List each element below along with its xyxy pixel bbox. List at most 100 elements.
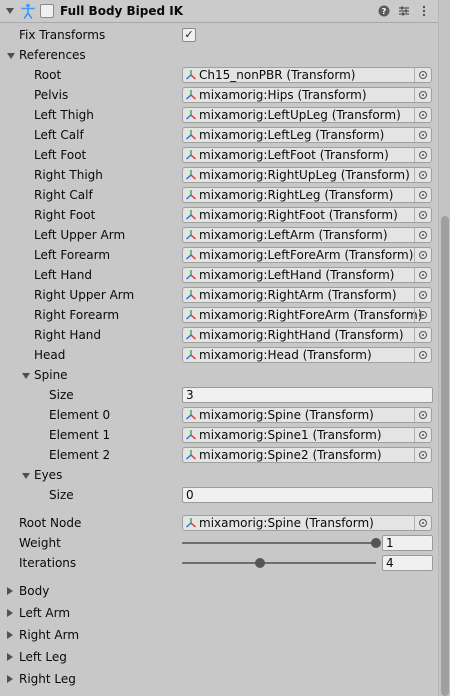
ref-left-upper-arm-value: mixamorig:LeftArm (Transform) <box>199 228 388 242</box>
component-foldout-arrow-icon[interactable] <box>6 8 14 14</box>
transform-axes-icon <box>186 270 196 280</box>
transform-axes-icon <box>186 350 196 360</box>
transform-axes-icon <box>186 330 196 340</box>
left-leg-foldout-label[interactable]: Left Leg <box>19 650 67 664</box>
ref-left-calf-field[interactable]: mixamorig:LeftLeg (Transform) <box>182 127 432 143</box>
ref-right-upper-arm-label: Right Upper Arm <box>34 288 135 302</box>
right-leg-foldout-arrow-icon[interactable] <box>7 675 13 683</box>
ik-figure-icon <box>21 3 35 19</box>
ref-right-thigh-field[interactable]: mixamorig:RightUpLeg (Transform) <box>182 167 432 183</box>
ref-left-forearm-label: Left Forearm <box>34 248 111 262</box>
ref-left-hand-field[interactable]: mixamorig:LeftHand (Transform) <box>182 267 432 283</box>
presets-icon[interactable] <box>396 3 412 19</box>
ref-right-hand-field[interactable]: mixamorig:RightHand (Transform) <box>182 327 432 343</box>
component-enabled-checkbox[interactable] <box>40 4 54 18</box>
object-picker-icon[interactable] <box>414 168 431 182</box>
scrollbar-thumb[interactable] <box>441 216 449 696</box>
component-title: Full Body Biped IK <box>60 4 184 18</box>
ref-right-upper-arm-field[interactable]: mixamorig:RightArm (Transform) <box>182 287 432 303</box>
spine-foldout-label[interactable]: Spine <box>34 368 68 382</box>
ref-right-calf-field[interactable]: mixamorig:RightLeg (Transform) <box>182 187 432 203</box>
ref-right-forearm-field[interactable]: mixamorig:RightForeArm (Transform) <box>182 307 432 323</box>
transform-axes-icon <box>186 250 196 260</box>
object-picker-icon[interactable] <box>414 248 431 262</box>
ref-pelvis-value: mixamorig:Hips (Transform) <box>199 88 367 102</box>
ref-left-upper-arm-field[interactable]: mixamorig:LeftArm (Transform) <box>182 227 432 243</box>
object-picker-icon[interactable] <box>414 228 431 242</box>
spine-element-2-field[interactable]: mixamorig:Spine2 (Transform) <box>182 447 432 463</box>
ref-left-hand-label: Left Hand <box>34 268 92 282</box>
object-picker-icon[interactable] <box>414 208 431 222</box>
object-picker-icon[interactable] <box>414 68 431 82</box>
object-picker-icon[interactable] <box>414 328 431 342</box>
object-picker-icon[interactable] <box>414 108 431 122</box>
left-arm-foldout-label[interactable]: Left Arm <box>19 606 70 620</box>
right-arm-foldout-arrow-icon[interactable] <box>7 631 13 639</box>
spine-element-1-value: mixamorig:Spine1 (Transform) <box>199 428 382 442</box>
spine-element-1-label: Element 1 <box>49 428 111 442</box>
fix-transforms-label: Fix Transforms <box>19 28 106 42</box>
references-foldout-label[interactable]: References <box>19 48 86 62</box>
body-foldout-label[interactable]: Body <box>19 584 49 598</box>
root-node-field[interactable]: mixamorig:Spine (Transform) <box>182 515 432 531</box>
object-picker-icon[interactable] <box>414 128 431 142</box>
object-picker-icon[interactable] <box>414 148 431 162</box>
ref-right-calf-value: mixamorig:RightLeg (Transform) <box>199 188 394 202</box>
ref-pelvis-field[interactable]: mixamorig:Hips (Transform) <box>182 87 432 103</box>
object-picker-icon[interactable] <box>414 408 431 422</box>
ref-left-calf-label: Left Calf <box>34 128 84 142</box>
ref-root-field[interactable]: Ch15_nonPBR (Transform) <box>182 67 432 83</box>
transform-axes-icon <box>186 150 196 160</box>
ref-left-forearm-field[interactable]: mixamorig:LeftForeArm (Transform) <box>182 247 432 263</box>
object-picker-icon[interactable] <box>414 448 431 462</box>
object-picker-icon[interactable] <box>414 88 431 102</box>
transform-axes-icon <box>186 210 196 220</box>
left-leg-foldout-arrow-icon[interactable] <box>7 653 13 661</box>
spine-element-0-field[interactable]: mixamorig:Spine (Transform) <box>182 407 432 423</box>
fix-transforms-checkbox[interactable]: ✓ <box>182 28 196 42</box>
help-icon[interactable]: ? <box>376 3 392 19</box>
left-arm-foldout-arrow-icon[interactable] <box>7 609 13 617</box>
kebab-menu-icon[interactable] <box>416 3 432 19</box>
component-header: Full Body Biped IK ? <box>0 0 438 23</box>
transform-axes-icon <box>186 230 196 240</box>
ref-left-calf-value: mixamorig:LeftLeg (Transform) <box>199 128 385 142</box>
iterations-value-field[interactable]: 4 <box>382 555 433 571</box>
eyes-foldout-label[interactable]: Eyes <box>34 468 62 482</box>
spine-element-2-value: mixamorig:Spine2 (Transform) <box>199 448 382 462</box>
ref-right-upper-arm-value: mixamorig:RightArm (Transform) <box>199 288 397 302</box>
object-picker-icon[interactable] <box>414 268 431 282</box>
iterations-label: Iterations <box>19 556 77 570</box>
ref-left-foot-field[interactable]: mixamorig:LeftFoot (Transform) <box>182 147 432 163</box>
right-leg-foldout-label[interactable]: Right Leg <box>19 672 76 686</box>
spine-size-field[interactable]: 3 <box>182 387 433 403</box>
vertical-scrollbar[interactable] <box>438 0 450 696</box>
transform-axes-icon <box>186 90 196 100</box>
weight-slider-knob[interactable] <box>371 538 381 548</box>
object-picker-icon[interactable] <box>414 288 431 302</box>
object-picker-icon[interactable] <box>414 188 431 202</box>
object-picker-icon[interactable] <box>414 308 431 322</box>
spine-element-1-field[interactable]: mixamorig:Spine1 (Transform) <box>182 427 432 443</box>
ref-head-field[interactable]: mixamorig:Head (Transform) <box>182 347 432 363</box>
eyes-foldout-arrow-icon[interactable] <box>22 473 30 479</box>
right-arm-foldout-label[interactable]: Right Arm <box>19 628 79 642</box>
ref-head-value: mixamorig:Head (Transform) <box>199 348 372 362</box>
object-picker-icon[interactable] <box>414 516 431 530</box>
ref-pelvis-label: Pelvis <box>34 88 69 102</box>
ref-right-foot-value: mixamorig:RightFoot (Transform) <box>199 208 398 222</box>
weight-slider-track[interactable] <box>182 542 376 544</box>
references-foldout-arrow-icon[interactable] <box>7 53 15 59</box>
ref-left-thigh-field[interactable]: mixamorig:LeftUpLeg (Transform) <box>182 107 432 123</box>
ref-left-foot-label: Left Foot <box>34 148 87 162</box>
weight-value-field[interactable]: 1 <box>382 535 433 551</box>
object-picker-icon[interactable] <box>414 348 431 362</box>
object-picker-icon[interactable] <box>414 428 431 442</box>
body-foldout-arrow-icon[interactable] <box>7 587 13 595</box>
ref-root-label: Root <box>34 68 62 82</box>
eyes-size-field[interactable]: 0 <box>182 487 433 503</box>
spine-foldout-arrow-icon[interactable] <box>22 373 30 379</box>
ref-right-foot-field[interactable]: mixamorig:RightFoot (Transform) <box>182 207 432 223</box>
iterations-slider-knob[interactable] <box>254 558 265 568</box>
iterations-slider-track[interactable] <box>182 562 376 564</box>
